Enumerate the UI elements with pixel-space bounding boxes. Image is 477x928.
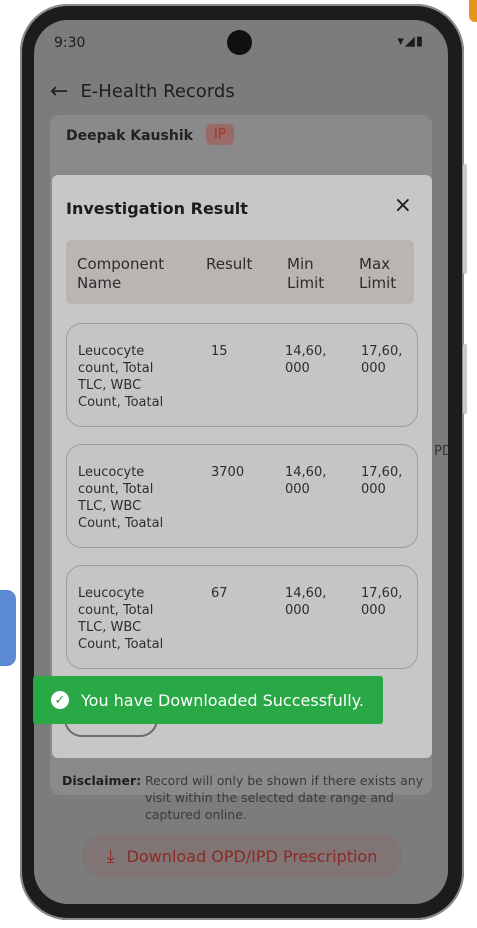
disclaimer-label: Disclaimer: [62, 773, 142, 788]
result-cell: 3700 [211, 465, 245, 480]
corner-decoration [469, 0, 477, 22]
table-row: Leucocyte count, Total TLC, WBC Count, Toat… [66, 565, 418, 669]
component-name-cell: Leucocyte count, Total TLC, WBC Count, Toat… [78, 465, 164, 531]
min-limit-cell: 14,60, 000 [285, 465, 327, 497]
download-prescription-button[interactable]: ⤓ Download OPD/IPD Prescription [82, 834, 402, 878]
modal-title: Investigation Result [66, 199, 248, 218]
max-limit-cell: 17,60, 000 [361, 465, 403, 497]
min-limit-cell: 14,60, 000 [285, 344, 327, 376]
table-row: Leucocyte count, Total TLC, WBC Count, Toat… [66, 323, 418, 427]
toast-message: You have Downloaded Successfully. [81, 690, 364, 710]
check-circle-icon: ✓ [51, 691, 69, 709]
volume-button [463, 164, 467, 274]
page-title: E-Health Records [80, 80, 235, 102]
signal-battery-icon: ▾◢▮ [397, 34, 424, 49]
status-bar: 9:30 ▾◢▮ [34, 20, 448, 66]
side-tab[interactable] [0, 590, 16, 666]
column-header-max-limit: Max Limit [359, 255, 397, 292]
max-limit-cell: 17,60, 000 [361, 586, 403, 618]
component-name-cell: Leucocyte count, Total TLC, WBC Count, Toat… [78, 586, 164, 652]
success-toast: ✓ You have Downloaded Successfully. [33, 676, 383, 724]
app-bar: ← E-Health Records [50, 76, 235, 106]
power-button [463, 344, 467, 414]
result-cell: 67 [211, 586, 228, 601]
column-header-component: Component Name [77, 255, 165, 292]
min-limit-cell: 14,60, 000 [285, 586, 327, 618]
status-badge: IP [206, 124, 234, 145]
result-cell: 15 [211, 344, 228, 359]
table-row: Leucocyte count, Total TLC, WBC Count, Toat… [66, 444, 418, 548]
front-camera-icon [227, 30, 252, 55]
disclaimer: Disclaimer: Record will only be shown if… [62, 772, 432, 822]
patient-name: Deepak Kaushik [66, 128, 193, 144]
arrow-left-icon[interactable]: ← [50, 79, 68, 104]
max-limit-cell: 17,60, 000 [361, 344, 403, 376]
partial-label: PD [434, 444, 448, 459]
column-header-min-limit: Min Limit [287, 255, 325, 292]
disclaimer-text: Record will only be shown if there exist… [145, 773, 424, 822]
investigation-result-modal: Investigation Result × Component Name Re… [52, 175, 432, 758]
table-header: Component Name Result Min Limit Max Limi… [66, 240, 414, 304]
download-icon: ⤓ [106, 845, 115, 867]
download-button-label: Download OPD/IPD Prescription [126, 846, 378, 866]
close-icon[interactable]: × [394, 193, 412, 219]
phone-screen: 9:30 ▾◢▮ ← E-Health Records Deepak Kaush… [34, 20, 448, 904]
component-name-cell: Leucocyte count, Total TLC, WBC Count, Toat… [78, 344, 164, 410]
column-header-result: Result [206, 255, 253, 273]
status-time: 9:30 [54, 35, 86, 51]
